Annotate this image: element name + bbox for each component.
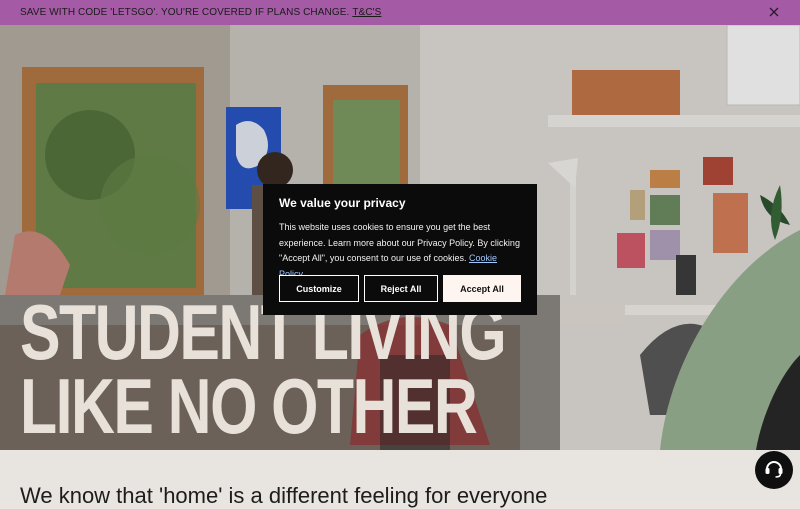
promo-text: SAVE WITH CODE 'LETSGO'. YOU'RE COVERED … [20, 7, 350, 18]
reject-all-button[interactable]: Reject All [364, 275, 438, 302]
chat-launcher-button[interactable] [755, 451, 793, 489]
terms-link[interactable]: T&C'S [352, 7, 381, 18]
customize-button[interactable]: Customize [279, 275, 359, 302]
hero-heading-line2: LIKE NO OTHER [20, 362, 478, 450]
accept-all-button[interactable]: Accept All [443, 275, 521, 302]
cookie-title: We value your privacy [279, 196, 406, 210]
cookie-consent-modal: We value your privacy This website uses … [263, 184, 537, 315]
cookie-body: This website uses cookies to ensure you … [279, 220, 521, 282]
promo-banner: SAVE WITH CODE 'LETSGO'. YOU'RE COVERED … [0, 0, 800, 25]
close-icon[interactable] [768, 6, 780, 18]
intro-section: We know that 'home' is a different feeli… [0, 450, 800, 508]
cookie-buttons: Customize Reject All Accept All [279, 275, 521, 302]
hero-heading: STUDENT LIVING LIKE NO OTHER [20, 293, 507, 450]
intro-text: We know that 'home' is a different feeli… [20, 483, 548, 508]
chat-headset-icon [763, 457, 785, 484]
